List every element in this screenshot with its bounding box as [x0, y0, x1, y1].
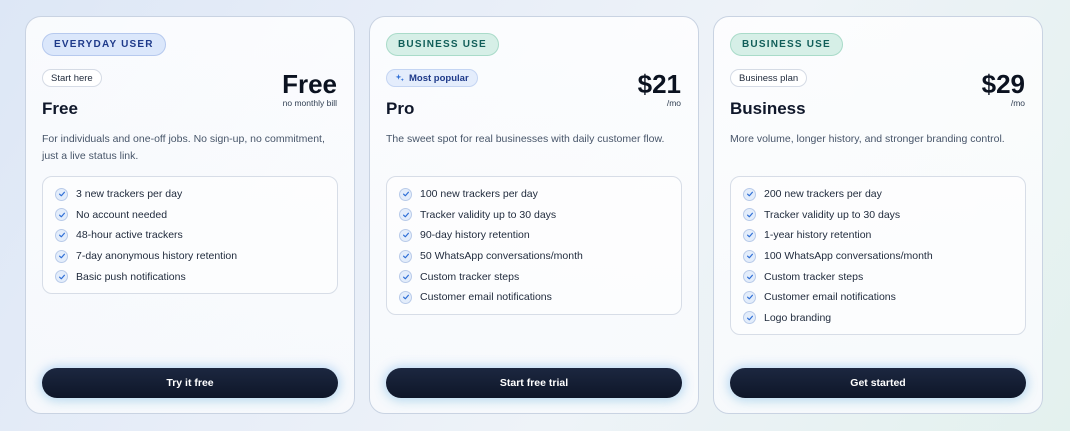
feature-item: No account needed [55, 205, 325, 226]
plan-name: Pro [386, 99, 415, 118]
plan-tag: EVERYDAY USER [42, 33, 166, 56]
check-icon [399, 270, 412, 284]
check-icon [743, 249, 756, 263]
feature-item: 100 WhatsApp conversations/month [743, 246, 1013, 267]
plan-price: Free [282, 69, 337, 99]
feature-item: 50 WhatsApp conversations/month [399, 246, 669, 267]
feature-label: 90-day history retention [420, 229, 530, 242]
feature-item: Logo branding [743, 308, 1013, 329]
check-icon [55, 249, 68, 263]
feature-label: 1-year history retention [764, 229, 872, 242]
get-started-button[interactable]: Get started [730, 368, 1026, 398]
plan-price-sub: /mo [666, 98, 681, 108]
feature-label: 3 new trackers per day [76, 188, 183, 201]
feature-item: Tracker validity up to 30 days [743, 205, 1013, 226]
feature-list: 200 new trackers per day Tracker validit… [730, 176, 1026, 336]
feature-label: Tracker validity up to 30 days [764, 208, 901, 221]
plan-card-pro: BUSINESS USE Most popular Pro $21 /mo Th… [369, 16, 699, 414]
check-icon [55, 208, 68, 222]
check-icon [399, 228, 412, 242]
feature-label: 50 WhatsApp conversations/month [420, 250, 583, 263]
feature-label: Customer email notifications [764, 291, 896, 304]
check-icon [743, 270, 756, 284]
feature-item: 200 new trackers per day [743, 184, 1013, 205]
feature-item: Custom tracker steps [399, 266, 669, 287]
plan-name: Free [42, 99, 78, 118]
check-icon [399, 249, 412, 263]
feature-item: Basic push notifications [55, 266, 325, 287]
plan-price: $29 [981, 69, 1025, 99]
feature-item: 1-year history retention [743, 225, 1013, 246]
badge-label: Most popular [409, 72, 469, 84]
feature-list: 3 new trackers per day No account needed… [42, 176, 338, 294]
check-icon [55, 228, 68, 242]
check-icon [743, 311, 756, 325]
feature-item: 3 new trackers per day [55, 184, 325, 205]
feature-item: 7-day anonymous history retention [55, 246, 325, 267]
feature-label: Custom tracker steps [420, 270, 520, 283]
feature-label: 7-day anonymous history retention [76, 250, 238, 263]
feature-label: Customer email notifications [420, 291, 552, 304]
sparkle-icon [395, 74, 404, 82]
feature-label: 100 new trackers per day [420, 188, 538, 201]
check-icon [399, 290, 412, 304]
check-icon [743, 228, 756, 242]
most-popular-badge: Most popular [386, 69, 478, 87]
feature-item: 90-day history retention [399, 225, 669, 246]
check-icon [399, 187, 412, 201]
feature-item: 100 new trackers per day [399, 184, 669, 205]
feature-label: 200 new trackers per day [764, 188, 882, 201]
feature-label: Tracker validity up to 30 days [420, 208, 557, 221]
check-icon [55, 270, 68, 284]
feature-item: Customer email notifications [743, 287, 1013, 308]
plan-card-business: BUSINESS USE Business plan Business $29 … [713, 16, 1043, 414]
feature-label: Basic push notifications [76, 270, 186, 283]
plan-tag: BUSINESS USE [730, 33, 843, 56]
feature-item: Custom tracker steps [743, 266, 1013, 287]
plan-tag: BUSINESS USE [386, 33, 499, 56]
plan-description: The sweet spot for real businesses with … [386, 133, 665, 145]
feature-item: Customer email notifications [399, 287, 669, 308]
plan-pill: Start here [42, 69, 102, 87]
check-icon [743, 208, 756, 222]
plan-price-sub: /mo [1010, 98, 1025, 108]
feature-label: Custom tracker steps [764, 270, 864, 283]
check-icon [743, 290, 756, 304]
feature-label: No account needed [76, 208, 168, 221]
feature-label: Logo branding [764, 311, 832, 324]
start-free-trial-button[interactable]: Start free trial [386, 368, 682, 398]
plan-price-sub: no monthly bill [282, 98, 337, 108]
feature-item: 48-hour active trackers [55, 225, 325, 246]
plan-price: $21 [637, 69, 681, 99]
check-icon [399, 208, 412, 222]
plan-name: Business [730, 99, 806, 118]
check-icon [743, 187, 756, 201]
feature-label: 48-hour active trackers [76, 229, 183, 242]
check-icon [55, 187, 68, 201]
feature-item: Tracker validity up to 30 days [399, 205, 669, 226]
feature-label: 100 WhatsApp conversations/month [764, 250, 933, 263]
feature-list: 100 new trackers per day Tracker validit… [386, 176, 682, 315]
plan-card-free: EVERYDAY USER Start here Free Free no mo… [25, 16, 355, 414]
plan-description: More volume, longer history, and stronge… [730, 133, 1005, 145]
try-free-button[interactable]: Try it free [42, 368, 338, 398]
plan-description: For individuals and one-off jobs. No sig… [42, 133, 325, 162]
plan-pill: Business plan [730, 69, 808, 87]
